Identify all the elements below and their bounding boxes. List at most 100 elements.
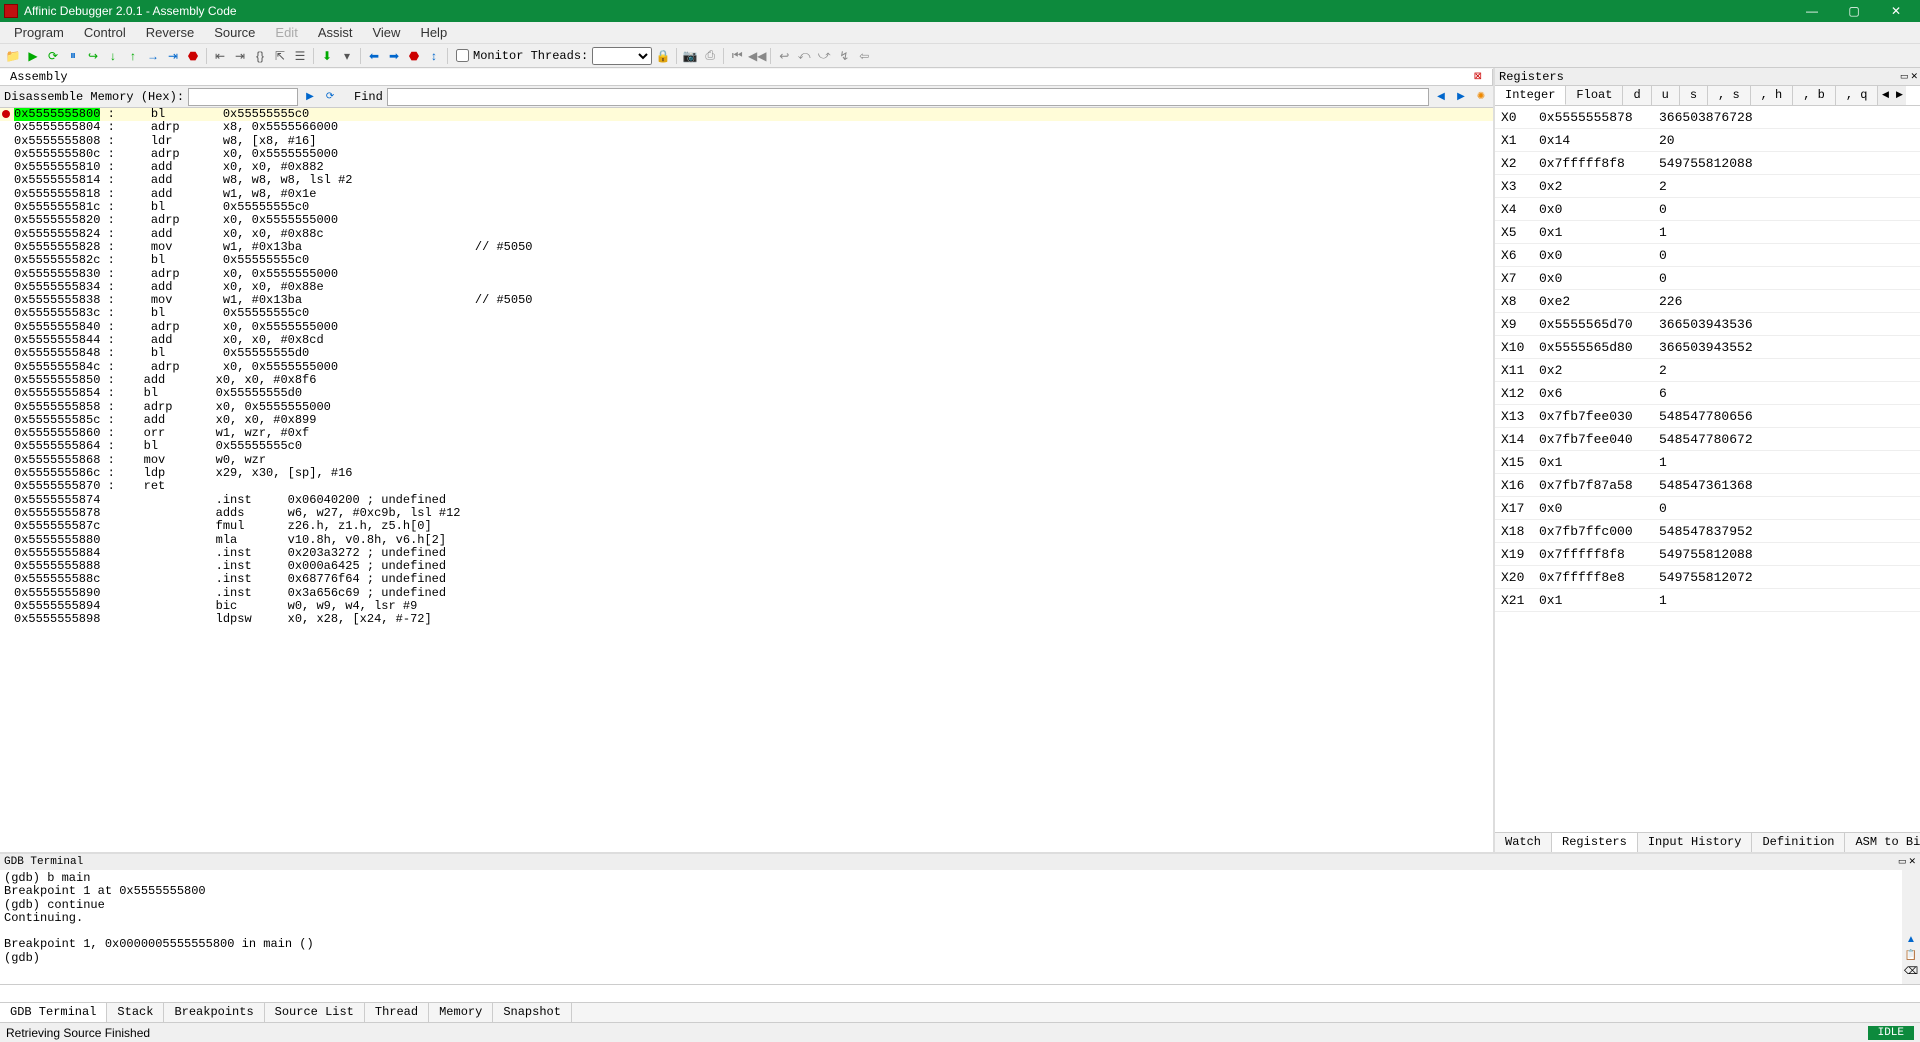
btab-registers[interactable]: Registers [1552, 833, 1638, 852]
float-icon[interactable]: ▭ [1898, 857, 1907, 867]
disasm-memory-input[interactable] [188, 88, 298, 106]
rev-next-icon[interactable]: ⤺ [795, 47, 813, 65]
btab-input-history[interactable]: Input History [1638, 833, 1753, 852]
regtab-q[interactable]: , q [1836, 86, 1879, 105]
asm-row[interactable]: 0x5555555864 : bl 0x55555555c0 [0, 440, 1493, 453]
close-button[interactable]: ✕ [1884, 1, 1908, 21]
cursor-icon[interactable]: ↕ [425, 47, 443, 65]
snapshot-icon[interactable]: ⎙ [701, 47, 719, 65]
register-row[interactable]: X140x7fb7fee040548547780672 [1495, 428, 1920, 451]
gear-icon[interactable]: ✺ [1473, 89, 1489, 105]
asm-row[interactable]: 0x5555555834 : add x0, x0, #0x88e [0, 281, 1493, 294]
menu-help[interactable]: Help [410, 23, 457, 42]
dropdown-icon[interactable]: ▾ [338, 47, 356, 65]
asm-row[interactable]: 0x5555555800 : bl 0x55555555c0 [0, 108, 1493, 121]
regtab-u[interactable]: u [1652, 86, 1680, 105]
prev-icon[interactable]: ⬅ [365, 47, 383, 65]
asm-row[interactable]: 0x5555555828 : mov w1, #0x13ba // #5050 [0, 241, 1493, 254]
asm-row[interactable]: 0x5555555870 : ret [0, 480, 1493, 493]
float-icon[interactable]: ▭ [1900, 72, 1909, 82]
indent-right-icon[interactable]: ⇥ [231, 47, 249, 65]
register-row[interactable]: X120x66 [1495, 382, 1920, 405]
register-row[interactable]: X40x00 [1495, 198, 1920, 221]
rev-step-icon[interactable]: ↩ [775, 47, 793, 65]
register-row[interactable]: X50x11 [1495, 221, 1920, 244]
outdent-icon[interactable]: ⇱ [271, 47, 289, 65]
menu-program[interactable]: Program [4, 23, 74, 42]
asm-row[interactable]: 0x555555584c : adrp x0, 0x5555555000 [0, 361, 1493, 374]
monitor-threads-checkbox[interactable] [456, 49, 469, 62]
btab-watch[interactable]: Watch [1495, 833, 1552, 852]
asm-row[interactable]: 0x5555555880 mla v10.8h, v0.8h, v6.h[2] [0, 534, 1493, 547]
asm-row[interactable]: 0x5555555860 : orr w1, wzr, #0xf [0, 427, 1493, 440]
register-row[interactable]: X00x5555555878366503876728 [1495, 106, 1920, 129]
register-row[interactable]: X90x5555565d70366503943536 [1495, 313, 1920, 336]
asm-row[interactable]: 0x5555555854 : bl 0x55555555d0 [0, 387, 1493, 400]
bracket-icon[interactable]: {} [251, 47, 269, 65]
register-row[interactable]: X80xe2226 [1495, 290, 1920, 313]
asm-row[interactable]: 0x555555585c : add x0, x0, #0x899 [0, 414, 1493, 427]
find-input[interactable] [387, 88, 1429, 106]
menu-source[interactable]: Source [204, 23, 265, 42]
step-over-icon[interactable]: ↪ [84, 47, 102, 65]
stepi-icon[interactable]: → [144, 47, 162, 65]
asm-row[interactable]: 0x555555583c : bl 0x55555555c0 [0, 307, 1493, 320]
tab-scroll-right[interactable]: ▶ [1892, 86, 1906, 105]
rewind-full-icon[interactable]: ⏮ [728, 47, 746, 65]
clear-icon[interactable]: ⌫ [1904, 966, 1918, 980]
open-icon[interactable]: 📁 [4, 47, 22, 65]
termtab-memory[interactable]: Memory [429, 1003, 493, 1022]
list-icon[interactable]: ☰ [291, 47, 309, 65]
menu-reverse[interactable]: Reverse [136, 23, 204, 42]
find-next-icon[interactable]: ▶ [1453, 89, 1469, 105]
register-list[interactable]: X00x5555555878366503876728X10x1420X20x7f… [1495, 106, 1920, 832]
regtab-s[interactable]: , s [1708, 86, 1751, 105]
step-into-icon[interactable]: ↓ [104, 47, 122, 65]
asm-row[interactable]: 0x5555555824 : add x0, x0, #0x88c [0, 228, 1493, 241]
close-icon[interactable]: ⊠ [1474, 71, 1482, 83]
tab-scroll-left[interactable]: ◀ [1878, 86, 1892, 105]
run-icon[interactable]: ▶ [24, 47, 42, 65]
register-row[interactable]: X130x7fb7fee030548547780656 [1495, 405, 1920, 428]
asm-row[interactable]: 0x5555555884 .inst 0x203a3272 ; undefine… [0, 547, 1493, 560]
regtab-b[interactable]: , b [1793, 86, 1836, 105]
breakpoint-icon[interactable] [2, 110, 10, 118]
register-row[interactable]: X190x7fffff8f8549755812088 [1495, 543, 1920, 566]
next-icon[interactable]: ➡ [385, 47, 403, 65]
asm-row[interactable]: 0x5555555868 : mov w0, wzr [0, 454, 1493, 467]
step-out-icon[interactable]: ↑ [124, 47, 142, 65]
menu-control[interactable]: Control [74, 23, 136, 42]
terminal-output[interactable]: (gdb) b main Breakpoint 1 at 0x555555580… [0, 870, 1902, 984]
minimize-button[interactable]: — [1800, 1, 1824, 21]
register-row[interactable]: X210x11 [1495, 589, 1920, 612]
termtab-breakpoints[interactable]: Breakpoints [164, 1003, 264, 1022]
asm-row[interactable]: 0x555555588c .inst 0x68776f64 ; undefine… [0, 573, 1493, 586]
btab-asm-to-binary[interactable]: ASM to Binary [1845, 833, 1920, 852]
termtab-stack[interactable]: Stack [107, 1003, 164, 1022]
asm-row[interactable]: 0x5555555848 : bl 0x55555555d0 [0, 347, 1493, 360]
menu-view[interactable]: View [362, 23, 410, 42]
asm-row[interactable]: 0x5555555874 .inst 0x06040200 ; undefine… [0, 494, 1493, 507]
pause-icon[interactable]: ⏸ [64, 47, 82, 65]
register-row[interactable]: X10x1420 [1495, 129, 1920, 152]
scroll-up-icon[interactable]: ▲ [1904, 934, 1918, 948]
register-row[interactable]: X60x00 [1495, 244, 1920, 267]
asm-row[interactable]: 0x555555587c fmul z26.h, z1.h, z5.h[0] [0, 520, 1493, 533]
refresh-icon[interactable]: ⟳ [322, 89, 338, 105]
asm-row[interactable]: 0x5555555898 ldpsw x0, x28, [x24, #-72] [0, 613, 1493, 626]
register-row[interactable]: X70x00 [1495, 267, 1920, 290]
terminal-input[interactable] [0, 985, 1900, 1002]
regtab-float[interactable]: Float [1566, 86, 1623, 105]
close-icon[interactable]: ✕ [1908, 857, 1916, 867]
register-row[interactable]: X170x00 [1495, 497, 1920, 520]
asm-row[interactable]: 0x555555581c : bl 0x55555555c0 [0, 201, 1493, 214]
asm-row[interactable]: 0x5555555804 : adrp x8, 0x5555566000 [0, 121, 1493, 134]
termtab-snapshot[interactable]: Snapshot [493, 1003, 572, 1022]
asm-row[interactable]: 0x555555580c : adrp x0, 0x5555555000 [0, 148, 1493, 161]
asm-row[interactable]: 0x5555555808 : ldr w8, [x8, #16] [0, 135, 1493, 148]
termtab-source-list[interactable]: Source List [265, 1003, 365, 1022]
register-row[interactable]: X100x5555565d80366503943552 [1495, 336, 1920, 359]
menu-assist[interactable]: Assist [308, 23, 363, 42]
rewind-icon[interactable]: ◀◀ [748, 47, 766, 65]
register-row[interactable]: X180x7fb7ffc000548547837952 [1495, 520, 1920, 543]
